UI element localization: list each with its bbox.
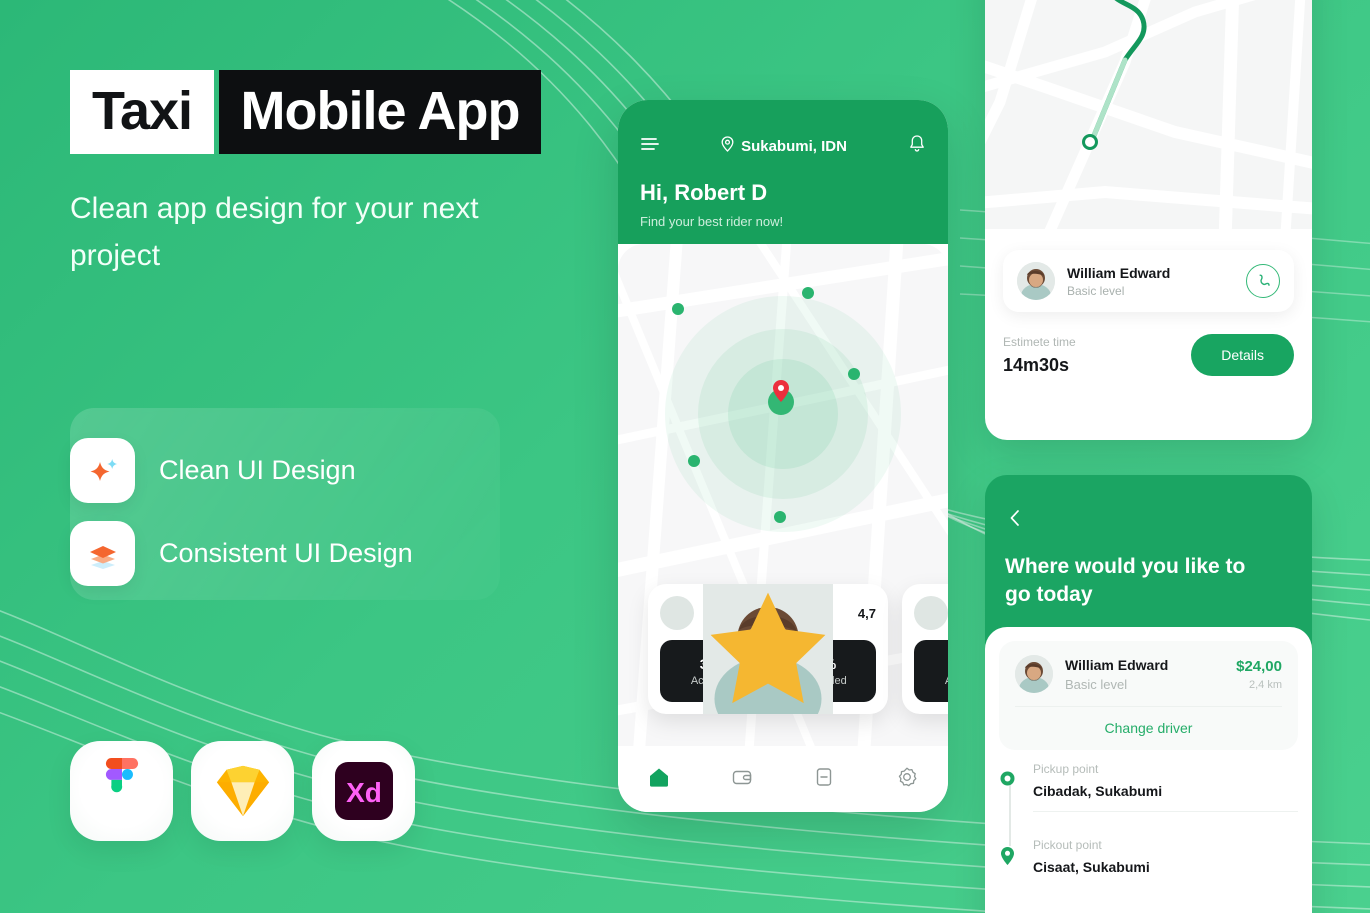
- driver-rating: 4,7: [710, 592, 876, 704]
- destination-panel: Where would you like to go today William…: [985, 475, 1312, 913]
- driver-level: Basic level: [1065, 676, 1128, 692]
- location-label: Sukabumi, IDN: [741, 137, 847, 155]
- point-label: Pickup point: [1033, 762, 1099, 776]
- trip-tracking-panel: William Edward Basic level Estimete time…: [985, 0, 1312, 440]
- dropoff-point-row[interactable]: Pickout point Cisaat, Sukabumi: [1001, 838, 1298, 883]
- assigned-driver-card[interactable]: William Edward Basic level: [1003, 250, 1294, 312]
- fare-block: $24,00 2,4 km: [1236, 658, 1282, 691]
- avatar: [1017, 262, 1055, 300]
- details-button[interactable]: Details: [1191, 334, 1294, 376]
- driver-card[interactable]: William Edward Basic level 4,7: [648, 584, 888, 714]
- phone-topbar: Sukabumi, IDN: [640, 134, 926, 158]
- phone-map[interactable]: William Edward Basic level 4,7: [618, 244, 948, 747]
- tab-orders[interactable]: [813, 766, 835, 793]
- adobe-xd-logo: Xd: [312, 741, 415, 841]
- destination-title: Where would you like to go today: [1005, 555, 1246, 607]
- fare-price: $24,00: [1236, 657, 1282, 675]
- driver-card-header: William Edward Basic level 4,7: [660, 584, 876, 714]
- feature-label: Clean UI Design: [159, 455, 356, 485]
- point-value: Cibadak, Sukabumi: [1033, 783, 1163, 799]
- features-panel: Clean UI Design Consistent UI Design: [70, 408, 500, 600]
- route-connector-line: [1009, 784, 1011, 846]
- route-points: Pickup point Cibadak, Sukabumi Pickout p…: [999, 762, 1298, 883]
- svg-text:Xd: Xd: [346, 777, 382, 808]
- estimate-block: Estimete time 14m30s: [1003, 335, 1076, 376]
- divider: [1033, 811, 1298, 812]
- page-title-line-2: Mobile App: [218, 70, 542, 154]
- tab-home[interactable]: [648, 766, 670, 793]
- location-indicator[interactable]: Sukabumi, IDN: [721, 136, 847, 156]
- trip-panel-body: William Edward Basic level Estimete time…: [985, 238, 1312, 376]
- driver-identity: William Edward Basic level: [1067, 265, 1170, 298]
- estimate-value: 14m30s: [1003, 354, 1070, 375]
- route-map[interactable]: [985, 0, 1312, 238]
- avatar: [1015, 655, 1053, 693]
- main-phone-mockup: Sukabumi, IDN Hi, Robert D Find your bes…: [618, 100, 948, 812]
- feature-item-consistent-ui: Consistent UI Design: [70, 521, 413, 586]
- tab-wallet[interactable]: [731, 766, 753, 793]
- poster-canvas: Taxi Mobile App Clean app design for you…: [0, 0, 1370, 913]
- notification-bell-icon[interactable]: [908, 134, 926, 158]
- estimate-row: Estimete time 14m30s Details: [1003, 334, 1294, 376]
- location-pin-icon: [721, 136, 734, 156]
- sketch-logo: [191, 741, 294, 841]
- circle-marker-icon: [999, 770, 1016, 792]
- phone-call-icon[interactable]: [1246, 264, 1280, 298]
- estimate-label: Estimete time: [1003, 334, 1076, 349]
- point-value: Cisaat, Sukabumi: [1033, 859, 1150, 875]
- feature-item-clean-ui: Clean UI Design: [70, 438, 356, 503]
- driver-cards-carousel[interactable]: William Edward Basic level 4,7: [618, 584, 948, 714]
- selected-driver-card[interactable]: William Edward Basic level $24,00 2,4 km…: [999, 641, 1298, 750]
- layers-icon: [70, 521, 135, 586]
- driver-level: Basic level: [1067, 283, 1125, 298]
- title-block: Taxi Mobile App: [70, 70, 590, 154]
- driver-card-header: James Arthur Basic level 4,5: [914, 596, 948, 630]
- phone-header: Sukabumi, IDN Hi, Robert D Find your bes…: [618, 100, 948, 244]
- hero-subtitle: Clean app design for your next project: [70, 192, 479, 272]
- greeting-subtitle: Find your best rider now!: [640, 214, 784, 229]
- chevron-left-icon[interactable]: [1005, 508, 1025, 528]
- hero-section: Taxi Mobile App Clean app design for you…: [70, 70, 590, 279]
- pin-marker-icon: [999, 846, 1016, 871]
- feature-label: Consistent UI Design: [159, 538, 413, 568]
- driver-identity: William Edward Basic level: [1065, 657, 1168, 692]
- tab-settings[interactable]: [896, 766, 918, 793]
- driver-row: William Edward Basic level $24,00 2,4 km: [1015, 655, 1282, 693]
- driver-card[interactable]: James Arthur Basic level 4,5: [902, 584, 948, 714]
- point-label: Pickout point: [1033, 838, 1102, 852]
- driver-name: William Edward: [1065, 656, 1169, 673]
- pickup-point-row[interactable]: Pickup point Cibadak, Sukabumi: [1000, 762, 1298, 820]
- fare-distance: 2,4 km: [1248, 678, 1282, 691]
- page-title-line-1: Taxi: [70, 70, 215, 154]
- driver-name: William Edward: [1067, 264, 1171, 281]
- change-driver-link[interactable]: Change driver: [1015, 706, 1282, 750]
- destination-sheet: William Edward Basic level $24,00 2,4 km…: [985, 627, 1312, 913]
- figma-logo: [70, 741, 173, 841]
- greeting-text: Hi, Robert D: [640, 180, 768, 205]
- hamburger-menu-icon[interactable]: [640, 136, 660, 157]
- sparkle-icon: [70, 438, 135, 503]
- bottom-tab-bar[interactable]: [618, 746, 948, 812]
- tool-logos: Xd: [70, 741, 415, 841]
